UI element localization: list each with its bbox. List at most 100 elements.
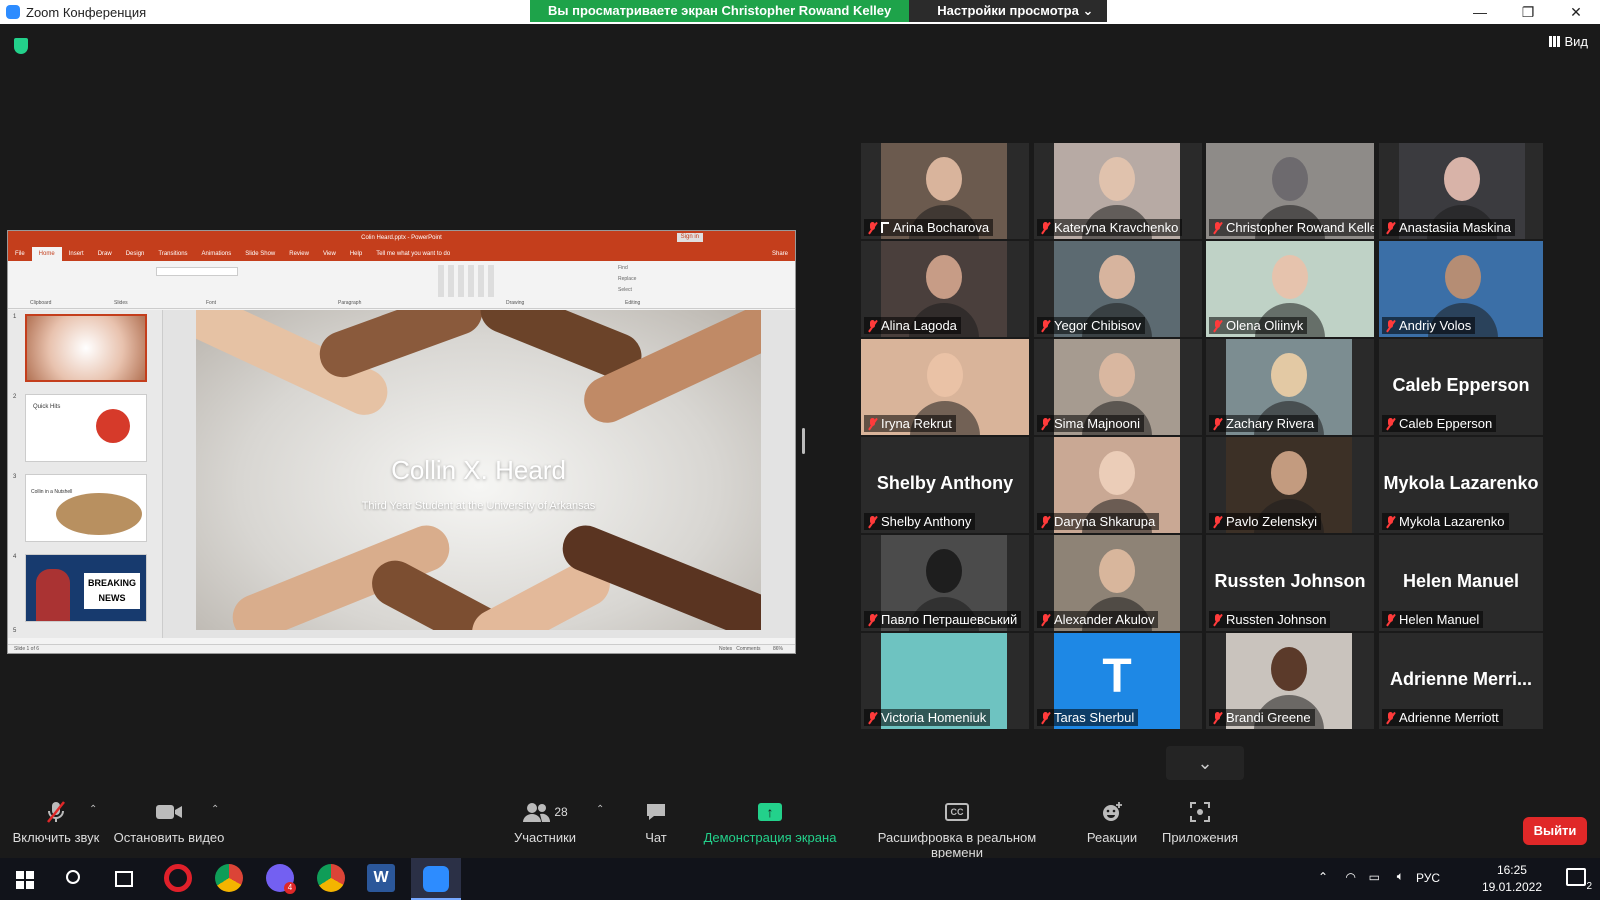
participant-tile[interactable]: Shelby Anthony Shelby Anthony — [861, 437, 1029, 533]
participant-tile[interactable]: Yegor Chibisov — [1034, 241, 1202, 337]
zoom-taskbar-active[interactable] — [411, 858, 461, 900]
view-options-button[interactable]: Настройки просмотра ⌄ — [909, 0, 1108, 22]
participant-tile[interactable]: Arina Bocharova — [861, 143, 1029, 239]
participant-tile[interactable]: Victoria Homeniuk — [861, 633, 1029, 729]
powerpoint-title: Colin Heard.pptx - PowerPoint — [361, 235, 442, 241]
split-view-handle[interactable] — [802, 428, 805, 454]
participant-tile[interactable]: Alexander Akulov — [1034, 535, 1202, 631]
participant-tile[interactable]: Adrienne Merri... Adrienne Merriott — [1379, 633, 1543, 729]
tray-expand-icon[interactable]: ⌃ — [1318, 870, 1328, 884]
close-button[interactable]: ✕ — [1552, 0, 1600, 24]
zoom-window: Zoom Конференция Вы просматриваете экран… — [0, 0, 1600, 900]
restore-button[interactable]: ❐ — [1504, 0, 1552, 24]
participant-face — [1272, 255, 1308, 299]
participant-tile[interactable]: Anastasiia Maskina — [1379, 143, 1543, 239]
participant-tile[interactable]: Christopher Rowand Kelley — [1206, 143, 1374, 239]
participant-name: Alina Lagoda — [881, 318, 957, 333]
thumb2-title: Quick Hits — [33, 404, 61, 410]
leave-meeting-button[interactable]: Выйти — [1523, 817, 1587, 845]
participants-button[interactable]: 28 Участники — [505, 800, 585, 845]
slide-thumb-2: Quick Hits — [25, 394, 147, 462]
participant-tile[interactable]: Павло Петрашевський — [861, 535, 1029, 631]
search-icon[interactable] — [66, 870, 80, 884]
rib-group-clipboard: Clipboard — [30, 300, 52, 306]
pp-tab: Draw — [97, 251, 112, 257]
thumb-num: 1 — [13, 314, 17, 320]
volume-icon[interactable]: 🔈︎ — [1397, 869, 1404, 884]
chrome-profile-icon[interactable] — [317, 864, 345, 892]
participant-tile[interactable]: Helen Manuel Helen Manuel — [1379, 535, 1543, 631]
chrome-icon[interactable] — [215, 864, 243, 892]
participant-tile[interactable]: Pavlo Zelenskyi — [1206, 437, 1374, 533]
audio-options-caret-icon[interactable]: ⌃ — [89, 804, 97, 815]
clock[interactable]: 16:25 19.01.2022 — [1482, 862, 1542, 896]
participant-tile[interactable]: Russten Johnson Russten Johnson — [1206, 535, 1374, 631]
security-shield-icon[interactable] — [14, 38, 28, 54]
participant-tile[interactable]: Alina Lagoda — [861, 241, 1029, 337]
slide-thumb-3: Collin in a Nutshell — [25, 474, 147, 542]
thumb-num: 4 — [13, 554, 17, 560]
stop-video-button[interactable]: Остановить видео — [112, 800, 226, 845]
participant-name: Sima Majnooni — [1054, 416, 1140, 431]
notifications-icon[interactable]: 2 — [1566, 868, 1592, 892]
muted-mic-icon — [1213, 711, 1222, 724]
participant-tile[interactable]: Zachary Rivera — [1206, 339, 1374, 435]
participant-tile[interactable]: Daryna Shkarupa — [1034, 437, 1202, 533]
closed-captions-icon: CC — [854, 800, 1060, 824]
rib-select: Select — [618, 287, 632, 293]
language-indicator[interactable]: РУС — [1416, 871, 1440, 885]
live-transcript-button[interactable]: CC Расшифровка в реальном времени — [854, 800, 1060, 860]
battery-icon[interactable]: ▭ — [1369, 870, 1380, 884]
participant-tile[interactable]: Andriy Volos — [1379, 241, 1543, 337]
participant-tile[interactable]: Caleb Epperson Caleb Epperson — [1379, 339, 1543, 435]
muted-mic-icon — [1213, 515, 1222, 528]
slide-title: Collin X. Heard — [391, 455, 566, 485]
participant-tile[interactable]: Sima Majnooni — [1034, 339, 1202, 435]
shared-screen[interactable]: Colin Heard.pptx - PowerPoint Sign in Fi… — [7, 230, 796, 654]
pp-tab: Review — [289, 251, 309, 257]
participant-face — [1272, 157, 1308, 201]
opera-icon[interactable] — [164, 864, 192, 892]
word-icon[interactable]: W — [367, 864, 395, 892]
share-screen-button[interactable]: ↑ Демонстрация экрана — [702, 800, 838, 845]
participant-face — [927, 353, 963, 397]
gallery-next-page-button[interactable]: ⌄ — [1166, 746, 1244, 780]
pp-tab: Help — [349, 251, 363, 257]
chat-button[interactable]: Чат — [626, 800, 686, 845]
participant-tile[interactable]: T Taras Sherbul — [1034, 633, 1202, 729]
task-view-icon[interactable] — [115, 871, 133, 887]
participant-name-label: Shelby Anthony — [864, 513, 976, 530]
wifi-icon[interactable]: ◠ — [1346, 870, 1356, 884]
reactions-button[interactable]: Реакции — [1082, 800, 1142, 845]
participant-face — [1099, 255, 1135, 299]
participant-face — [1271, 451, 1307, 495]
participant-tile[interactable]: Brandi Greene — [1206, 633, 1374, 729]
minimize-button[interactable]: — — [1456, 0, 1504, 24]
muted-mic-icon — [1041, 515, 1050, 528]
participant-name: Andriy Volos — [1399, 318, 1472, 333]
video-options-caret-icon[interactable]: ⌃ — [211, 804, 219, 815]
participant-tile[interactable]: Olena Oliinyk — [1206, 241, 1374, 337]
viber-badge: 4 — [284, 882, 296, 894]
muted-mic-icon — [1041, 319, 1050, 332]
participant-tile[interactable]: Kateryna Kravchenko — [1034, 143, 1202, 239]
participant-tile[interactable]: Mykola Lazarenko Mykola Lazarenko — [1379, 437, 1543, 533]
participant-name-label: Iryna Rekrut — [864, 415, 956, 432]
apps-button[interactable]: Приложения — [1158, 800, 1242, 845]
participant-name: Kateryna Kravchenko — [1054, 220, 1179, 235]
zoom-level: 86% — [772, 646, 783, 652]
view-button[interactable]: Вид — [1549, 34, 1588, 49]
participant-name-label: Adrienne Merriott — [1382, 709, 1503, 726]
window-controls: — ❐ ✕ — [1456, 0, 1600, 24]
participants-caret-icon[interactable]: ⌃ — [596, 804, 604, 815]
participant-tile[interactable]: Iryna Rekrut — [861, 339, 1029, 435]
slide-thumb-1 — [25, 314, 147, 382]
emoji-icon — [1082, 800, 1142, 824]
windows-start-icon[interactable] — [16, 871, 34, 889]
muted-mic-icon — [868, 221, 877, 234]
muted-mic-icon — [1041, 221, 1050, 234]
muted-mic-icon — [868, 613, 877, 626]
viber-icon[interactable]: 4 — [266, 864, 296, 894]
participant-name-label: Anastasiia Maskina — [1382, 219, 1515, 236]
pp-tab: Transitions — [158, 251, 188, 257]
